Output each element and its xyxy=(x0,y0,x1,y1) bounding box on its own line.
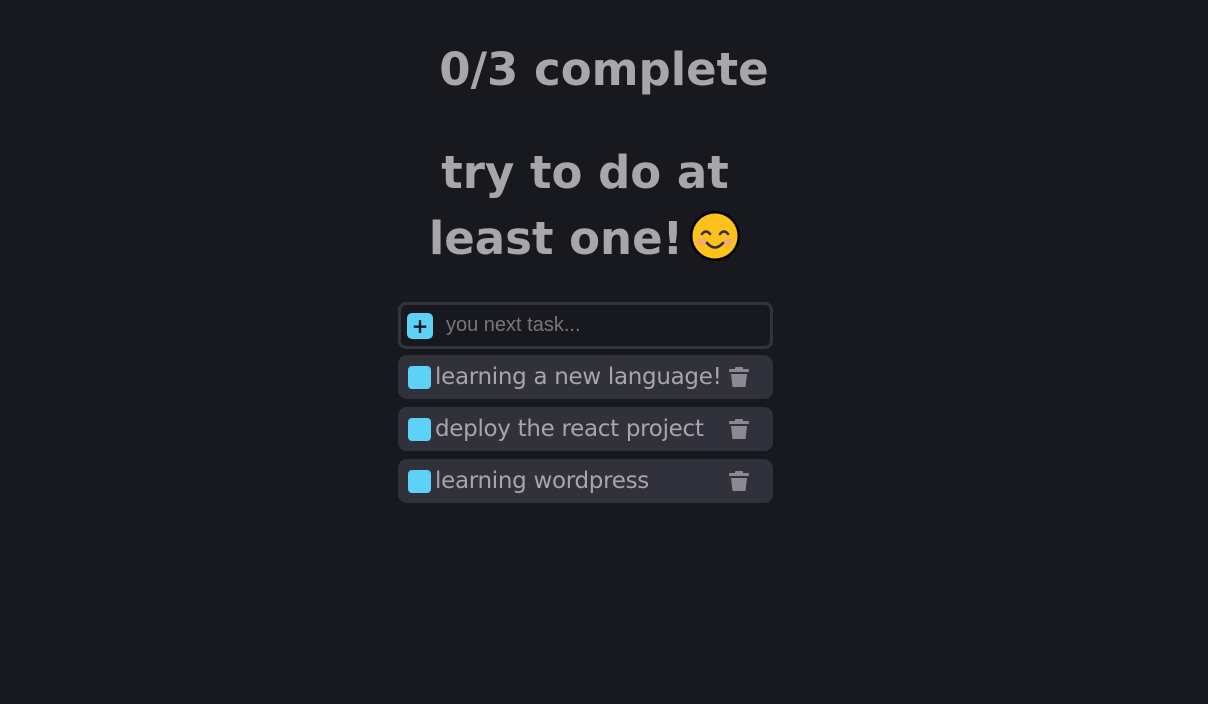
task-text: learning wordpress xyxy=(435,468,649,494)
trash-icon[interactable] xyxy=(728,470,750,492)
task-checkbox[interactable] xyxy=(408,365,431,389)
smiling-face-icon xyxy=(690,211,741,261)
task-checkbox[interactable] xyxy=(408,469,431,493)
task-item: learning a new language! xyxy=(398,355,773,399)
task-checkbox[interactable] xyxy=(408,417,431,441)
task-item: learning wordpress xyxy=(398,459,773,503)
task-item: deploy the react project xyxy=(398,407,773,451)
task-text: deploy the react project xyxy=(435,416,704,442)
new-task-form: + xyxy=(398,302,773,349)
add-task-button[interactable]: + xyxy=(407,312,433,339)
progress-title: 0/3 complete xyxy=(439,43,769,96)
new-task-input[interactable] xyxy=(444,309,770,342)
trash-icon[interactable] xyxy=(728,418,750,440)
task-text: learning a new language! xyxy=(435,364,722,390)
trash-icon[interactable] xyxy=(728,366,750,388)
task-list: learning a new language! deploy the reac… xyxy=(398,355,773,511)
motivation-label: try to do at least one! xyxy=(428,146,729,265)
motivation-text: try to do at least one! xyxy=(404,140,766,272)
